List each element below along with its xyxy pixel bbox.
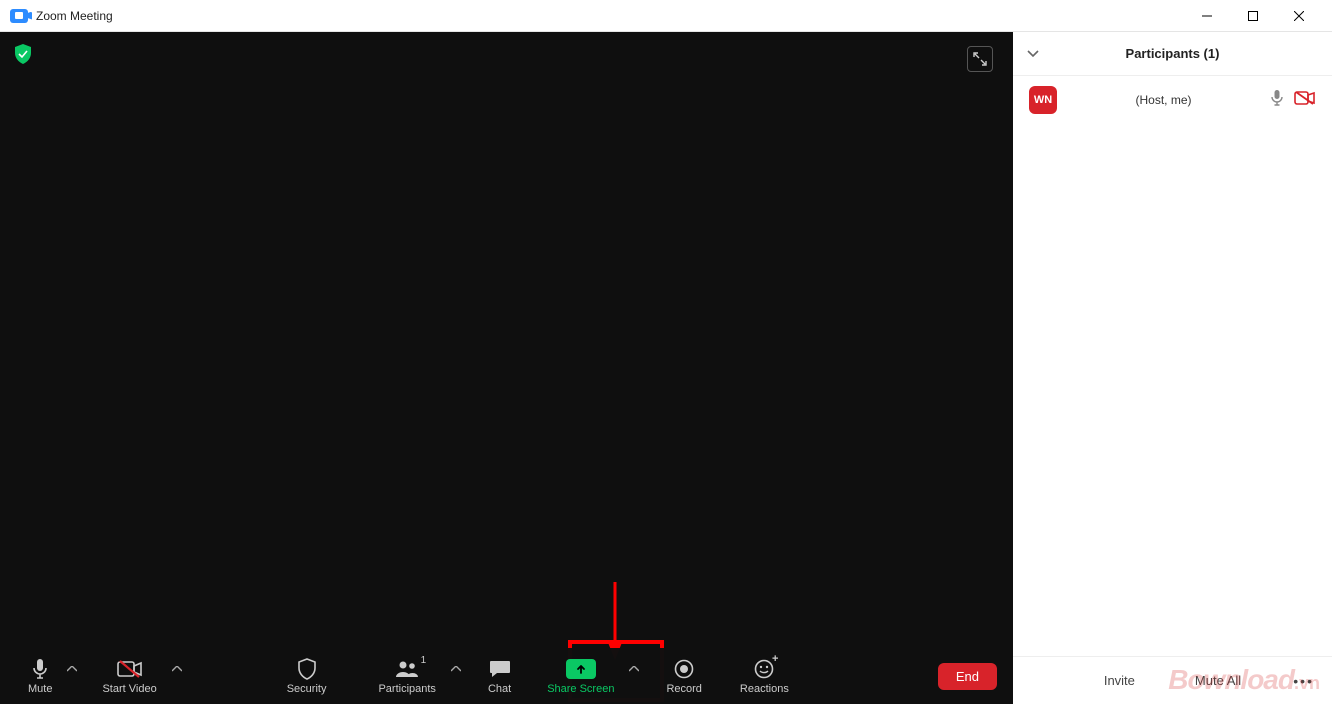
share-screen-button[interactable]: Share Screen bbox=[535, 650, 626, 702]
security-button[interactable]: Security bbox=[275, 650, 339, 702]
window-titlebar: Zoom Meeting bbox=[0, 0, 1332, 32]
meeting-toolbar: Mute Start Video bbox=[0, 648, 1013, 704]
minimize-button[interactable] bbox=[1184, 0, 1230, 32]
participant-row[interactable]: WN (Host, me) bbox=[1013, 76, 1332, 124]
audio-options-chevron[interactable] bbox=[64, 666, 80, 686]
participants-options-chevron[interactable] bbox=[448, 666, 464, 686]
security-label: Security bbox=[287, 683, 327, 695]
participants-icon: 1 bbox=[394, 657, 420, 681]
participant-avatar: WN bbox=[1029, 86, 1057, 114]
participants-count-badge: 1 bbox=[421, 655, 427, 666]
participant-video-off-icon bbox=[1294, 91, 1316, 110]
window-title: Zoom Meeting bbox=[36, 9, 113, 23]
microphone-icon bbox=[31, 657, 49, 681]
start-video-button[interactable]: Start Video bbox=[90, 650, 168, 702]
participant-mic-icon bbox=[1270, 89, 1284, 112]
share-screen-options-chevron[interactable] bbox=[626, 666, 642, 686]
participants-panel-title: Participants (1) bbox=[1126, 46, 1220, 61]
reactions-button[interactable]: + Reactions bbox=[728, 650, 801, 702]
chat-button[interactable]: Chat bbox=[476, 650, 523, 702]
share-screen-icon bbox=[566, 659, 596, 679]
video-options-chevron[interactable] bbox=[169, 666, 185, 686]
invite-button[interactable]: Invite bbox=[1104, 673, 1135, 688]
enter-fullscreen-button[interactable] bbox=[967, 46, 993, 72]
more-options-button[interactable]: ••• bbox=[1293, 673, 1314, 689]
share-screen-label: Share Screen bbox=[547, 683, 614, 695]
shield-icon bbox=[297, 657, 317, 681]
record-label: Record bbox=[666, 683, 701, 695]
meeting-info-shield-icon[interactable] bbox=[14, 44, 32, 64]
mute-label: Mute bbox=[28, 683, 52, 695]
meeting-video-area: Mute Start Video bbox=[0, 32, 1013, 704]
chat-label: Chat bbox=[488, 683, 511, 695]
reactions-icon: + bbox=[754, 657, 774, 681]
mute-all-button[interactable]: Mute All bbox=[1195, 673, 1241, 688]
end-meeting-button[interactable]: End bbox=[938, 663, 997, 690]
record-button[interactable]: Record bbox=[654, 650, 713, 702]
record-icon bbox=[674, 657, 694, 681]
participant-role: (Host, me) bbox=[1135, 93, 1191, 107]
chat-icon bbox=[489, 657, 511, 681]
video-camera-off-icon bbox=[117, 657, 143, 681]
participants-label: Participants bbox=[378, 683, 435, 695]
participants-panel: Participants (1) WN (Host, me) Invite bbox=[1013, 32, 1332, 704]
reactions-label: Reactions bbox=[740, 683, 789, 695]
zoom-app-icon bbox=[10, 9, 28, 23]
start-video-label: Start Video bbox=[102, 683, 156, 695]
participants-button[interactable]: 1 Participants bbox=[366, 650, 447, 702]
mute-button[interactable]: Mute bbox=[16, 650, 64, 702]
collapse-panel-chevron[interactable] bbox=[1027, 47, 1039, 61]
close-button[interactable] bbox=[1276, 0, 1322, 32]
maximize-button[interactable] bbox=[1230, 0, 1276, 32]
